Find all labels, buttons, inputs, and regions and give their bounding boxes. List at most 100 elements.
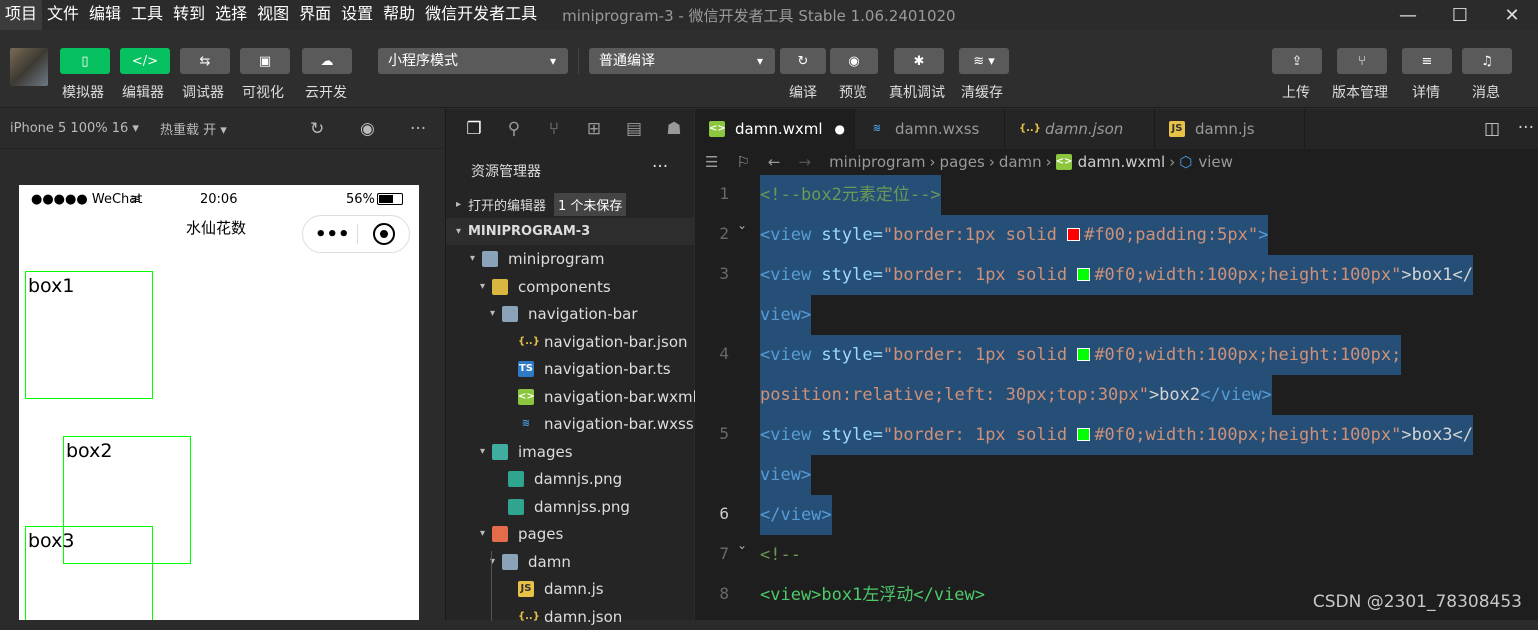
- more-actions-icon[interactable]: ···: [1518, 118, 1534, 138]
- details-button[interactable]: ≡: [1402, 48, 1452, 74]
- tree-item-images[interactable]: ▾ images: [446, 438, 695, 465]
- menu-file[interactable]: 文件: [42, 0, 84, 30]
- device-select[interactable]: iPhone 5 100% 16 ▾: [10, 121, 139, 136]
- tree-item-label: navigation-bar.json: [544, 332, 688, 351]
- extensions-icon[interactable]: ⊞: [574, 119, 614, 139]
- code-line: </view>: [760, 495, 832, 535]
- compile-button[interactable]: ↻: [780, 48, 826, 74]
- maximize-icon[interactable]: ☐: [1434, 0, 1486, 30]
- visual-button[interactable]: ▣: [240, 48, 290, 74]
- tab-damn-wxss[interactable]: ≋ damn.wxss: [855, 109, 1005, 149]
- code-editor: <> damn.wxml ● ≋ damn.wxss {..} damn.jso…: [695, 109, 1538, 620]
- stop-icon[interactable]: ◉: [360, 119, 375, 139]
- preview-label: 预览: [839, 85, 867, 101]
- explorer-more-icon[interactable]: ···: [652, 157, 668, 177]
- split-editor-icon[interactable]: ◫: [1484, 119, 1500, 139]
- tab-damn-json[interactable]: {..} damn.json: [1005, 109, 1155, 149]
- cloud-button[interactable]: ☁: [302, 48, 352, 74]
- tree-item-damn-json[interactable]: {..} damn.json: [446, 603, 695, 630]
- menu-edit[interactable]: 编辑: [84, 0, 126, 30]
- back-icon[interactable]: ←: [768, 153, 781, 171]
- breadcrumb-item[interactable]: view: [1198, 153, 1233, 171]
- preview-button[interactable]: ◉: [830, 48, 878, 74]
- menu-select[interactable]: 选择: [210, 0, 252, 30]
- debugger-button[interactable]: ⇆: [180, 48, 230, 74]
- color-swatch-green[interactable]: [1077, 268, 1091, 281]
- tree-item-label: navigation-bar.wxss: [544, 414, 694, 433]
- rotate-icon[interactable]: ↻: [310, 119, 324, 139]
- tree-item-damn-js[interactable]: JS damn.js: [446, 575, 695, 602]
- hot-reload-select[interactable]: 热重载 开 ▾: [160, 119, 227, 138]
- breadcrumb-item[interactable]: damn: [999, 153, 1042, 171]
- tree-item-components[interactable]: ▾ components: [446, 273, 695, 300]
- breadcrumb-item[interactable]: damn.wxml: [1078, 153, 1166, 171]
- unsaved-dot-icon[interactable]: ●: [835, 122, 845, 136]
- storage-icon[interactable]: ▤: [614, 119, 654, 139]
- clear-cache-button[interactable]: ≋ ▾: [959, 48, 1009, 74]
- docker-icon[interactable]: ☗: [654, 119, 694, 139]
- list-icon[interactable]: ☰: [705, 153, 718, 171]
- capsule-close-icon[interactable]: [373, 223, 395, 245]
- menu-view[interactable]: 视图: [252, 0, 294, 30]
- phone-icon: ▯: [81, 53, 89, 69]
- status-battery: 56%: [346, 191, 375, 207]
- color-swatch-green[interactable]: [1077, 428, 1091, 441]
- tree-item-damnjs-png[interactable]: damnjs.png: [446, 465, 695, 492]
- menu-tools[interactable]: 工具: [126, 0, 168, 30]
- tree-item-navigation-bar-ts[interactable]: TS navigation-bar.ts: [446, 355, 695, 382]
- tree-item-navigation-bar-wxml[interactable]: <> navigation-bar.wxml: [446, 383, 697, 410]
- bookmark-icon[interactable]: ⚐: [736, 153, 749, 171]
- tree-item-damnjss-png[interactable]: damnjss.png: [446, 493, 695, 520]
- menu-settings[interactable]: 设置: [336, 0, 378, 30]
- avatar[interactable]: [10, 48, 48, 86]
- version-button[interactable]: ⑂: [1337, 48, 1387, 74]
- status-time: 20:06: [200, 191, 238, 207]
- code-line: position:relative;left: 30px;top:30px">b…: [760, 375, 1272, 415]
- upload-button[interactable]: ⇪: [1272, 48, 1322, 74]
- search-icon[interactable]: ⚲: [494, 119, 534, 139]
- files-icon[interactable]: ❐: [454, 119, 494, 139]
- compile-mode-select[interactable]: 普通编译: [589, 48, 775, 74]
- tree-item-navigation-bar[interactable]: ▾ navigation-bar: [446, 300, 695, 327]
- fold-chevron-icon[interactable]: ⌄: [737, 538, 747, 552]
- breadcrumb-item[interactable]: miniprogram: [829, 153, 925, 171]
- tree-item-navigation-bar-json[interactable]: {..} navigation-bar.json: [446, 328, 695, 355]
- menu-goto[interactable]: 转到: [168, 0, 210, 30]
- code-line: <!--: [760, 545, 801, 565]
- editor-button[interactable]: </>: [120, 48, 170, 74]
- fold-chevron-icon[interactable]: ⌄: [737, 218, 747, 232]
- git-icon[interactable]: ⑂: [534, 119, 574, 139]
- simulator-button[interactable]: ▯: [60, 48, 110, 74]
- project-section[interactable]: ▾ MINIPROGRAM-3: [446, 218, 695, 245]
- tree-item-label: miniprogram: [508, 249, 605, 268]
- tree-item-damn[interactable]: ▾ damn: [446, 548, 695, 575]
- code-line: <view style="border: 1px solid #0f0;widt…: [760, 335, 1402, 375]
- capsule-more-icon[interactable]: •••: [315, 224, 350, 245]
- layers-icon: ≋ ▾: [973, 53, 995, 69]
- mode-select[interactable]: 小程序模式: [378, 48, 568, 74]
- messages-button[interactable]: ♫: [1462, 48, 1512, 74]
- more-icon[interactable]: ···: [410, 119, 426, 139]
- wxml-icon: <>: [709, 121, 726, 137]
- menu-wechat-devtools[interactable]: 微信开发者工具: [420, 0, 542, 30]
- open-editors-section[interactable]: ▸ 打开的编辑器 1 个未保存: [446, 191, 695, 218]
- tree-item-navigation-bar-wxss[interactable]: ≋ navigation-bar.wxss: [446, 410, 695, 437]
- color-swatch-green[interactable]: [1077, 348, 1091, 361]
- menu-help[interactable]: 帮助: [378, 0, 420, 30]
- breadcrumb-item[interactable]: pages: [940, 153, 985, 171]
- debug-icon: ⇆: [199, 53, 211, 69]
- menu-project[interactable]: 项目: [0, 0, 43, 30]
- tab-damn-js[interactable]: JS damn.js: [1155, 109, 1305, 149]
- bell-icon: ♫: [1481, 53, 1493, 69]
- code-line: view>: [760, 455, 812, 495]
- remote-debug-button[interactable]: ✱: [894, 48, 944, 74]
- wxss-icon: ≋: [521, 417, 531, 429]
- close-icon[interactable]: ✕: [1486, 0, 1538, 30]
- tab-damn-wxml[interactable]: <> damn.wxml ●: [695, 109, 855, 149]
- tree-item-pages[interactable]: ▾ pages: [446, 520, 695, 547]
- forward-icon[interactable]: →: [798, 153, 811, 171]
- minimize-icon[interactable]: —: [1382, 0, 1434, 30]
- color-swatch-red[interactable]: [1067, 228, 1081, 241]
- menu-interface[interactable]: 界面: [294, 0, 336, 30]
- tree-item-miniprogram[interactable]: ▾ miniprogram: [446, 245, 695, 272]
